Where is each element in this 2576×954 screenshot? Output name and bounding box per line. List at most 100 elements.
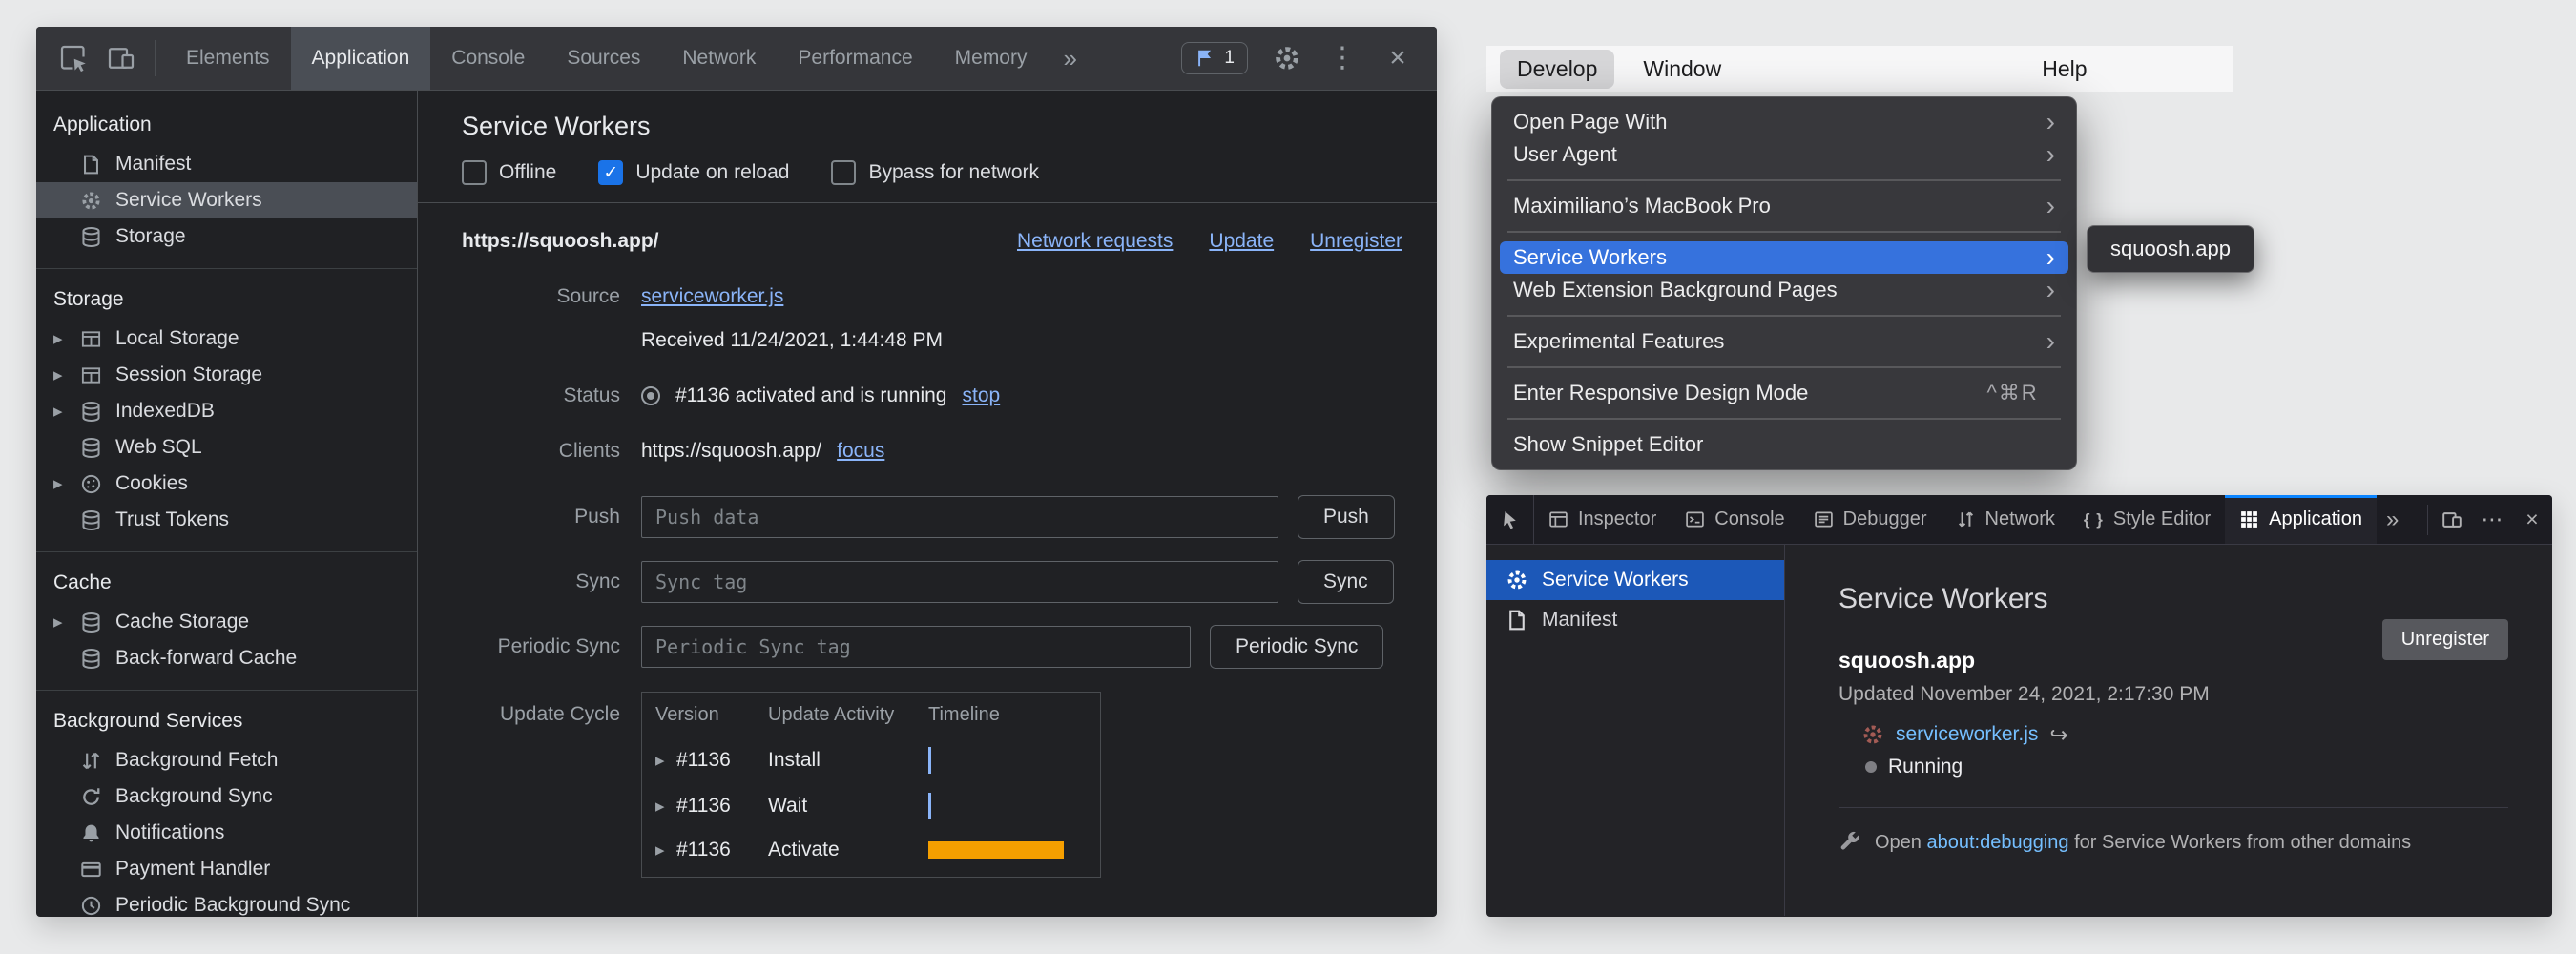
option-checkbox[interactable]: Offline [462,160,556,185]
push-input[interactable] [641,496,1278,538]
menubar-window[interactable]: Window [1626,50,1738,89]
sidebar-item[interactable]: Payment Handler [36,851,417,887]
menubar-develop[interactable]: Develop [1500,50,1614,89]
update-cycle-row[interactable]: #1136 Activate [642,839,1100,861]
device-toolbar-icon[interactable] [104,41,138,75]
chrome-panel-tab[interactable]: Elements [165,27,291,90]
timeline-tick [928,793,931,819]
sidebar-item[interactable]: Service Workers [1486,560,1784,600]
menu-item[interactable]: User Agent [1500,138,2068,171]
sidebar-item[interactable]: Trust Tokens [36,502,417,538]
chrome-panel-tab[interactable]: Memory [934,27,1049,90]
sync-input[interactable] [641,561,1278,603]
firefox-panel-tab[interactable]: Inspector [1534,495,1671,544]
menu-item[interactable]: Maximiliano’s MacBook Pro [1500,190,2068,222]
settings-gear-icon[interactable] [1270,41,1304,75]
submenu-item-label[interactable]: squoosh.app [2110,237,2231,260]
expand-arrow-icon[interactable] [53,364,78,386]
meatball-menu-icon[interactable]: ⋯ [2472,495,2512,544]
sidebar-item[interactable]: Manifest [1486,600,1784,640]
version-column-header: Version [655,704,768,726]
firefox-panel-tab[interactable]: { } Style Editor [2069,495,2225,544]
sidebar-item[interactable]: Session Storage [36,357,417,393]
network-icon [1956,509,1976,529]
pick-element-icon[interactable] [1486,495,1534,544]
menu-item[interactable] [1507,179,2061,181]
document-icon [1506,609,1528,632]
unregister-button[interactable]: Unregister [2382,619,2508,660]
expand-arrow-icon[interactable] [655,796,676,818]
menu-item[interactable]: Open Page With [1500,106,2068,138]
sidebar-item-label: Local Storage [115,327,239,350]
activity-cell: Wait [768,795,928,818]
origin-action-link[interactable]: Network requests [1017,230,1173,253]
push-button[interactable]: Push [1298,495,1395,539]
sidebar-item[interactable]: IndexedDB [36,393,417,429]
sync-button[interactable]: Sync [1298,560,1394,604]
sidebar-item[interactable]: Manifest [36,146,417,182]
option-checkbox[interactable]: Bypass for network [831,160,1039,185]
checkbox-box[interactable] [831,160,856,185]
kebab-menu-icon[interactable]: ⋮ [1325,41,1360,75]
focus-link[interactable]: focus [837,440,884,463]
chrome-panel-tab[interactable]: Sources [546,27,661,90]
sidebar-item[interactable]: Cache Storage [36,604,417,640]
menu-item[interactable]: Show Snippet Editor [1500,428,2068,461]
menu-item[interactable] [1507,418,2061,420]
expand-arrow-icon[interactable] [53,612,78,633]
close-devtools-icon[interactable]: × [1381,41,1415,75]
about-debugging-link[interactable]: about:debugging [1927,832,2069,853]
menu-item[interactable]: Service Workers [1500,241,2068,274]
update-cycle-row[interactable]: #1136 Install [642,747,1100,774]
stop-link[interactable]: stop [962,384,1000,407]
chrome-panel-tab[interactable]: Performance [777,27,933,90]
menu-item[interactable]: Enter Responsive Design Mode ^⌘R [1500,377,2068,409]
menu-item[interactable] [1507,231,2061,233]
firefox-panel-tab[interactable]: Console [1671,495,1798,544]
sidebar-item[interactable]: Service Workers [36,182,417,218]
source-file-link[interactable]: serviceworker.js [641,285,783,308]
sidebar-item[interactable]: Background Fetch [36,742,417,778]
sidebar-item[interactable]: Web SQL [36,429,417,466]
menu-item[interactable]: Experimental Features [1500,325,2068,358]
responsive-design-icon[interactable] [2432,495,2472,544]
expand-arrow-icon[interactable] [655,750,676,772]
sidebar-item[interactable]: Cookies [36,466,417,502]
inspect-element-icon[interactable] [56,41,91,75]
expand-arrow-icon[interactable] [53,473,78,495]
expand-arrow-icon[interactable] [53,401,78,423]
chrome-panel-tab[interactable]: Network [661,27,777,90]
periodic-sync-input[interactable] [641,626,1191,668]
close-devtools-icon[interactable]: × [2512,495,2552,544]
menu-item[interactable] [1507,366,2061,368]
console-messages-badge[interactable]: 1 [1181,42,1248,74]
origin-action-link[interactable]: Unregister [1310,230,1402,253]
more-panels-icon[interactable]: » [1048,27,1091,90]
worker-file-link[interactable]: serviceworker.js [1896,723,2038,746]
menu-item[interactable]: Web Extension Background Pages [1500,274,2068,306]
firefox-panel-tab[interactable]: Debugger [1799,495,1942,544]
chrome-panel-tab[interactable]: Console [430,27,546,90]
expand-arrow-icon[interactable] [655,840,676,861]
chrome-panel-tab[interactable]: Application [291,27,431,90]
option-checkbox[interactable]: Update on reload [598,160,789,185]
sidebar-item[interactable]: Background Sync [36,778,417,815]
menubar-help[interactable]: Help [2025,50,2104,89]
sidebar-item[interactable]: Storage [36,218,417,255]
more-panels-icon[interactable]: » [2377,495,2408,544]
periodic-sync-button[interactable]: Periodic Sync [1210,625,1383,669]
expand-arrow-icon[interactable] [53,328,78,350]
sidebar-item[interactable]: Back-forward Cache [36,640,417,676]
firefox-panel-tab[interactable]: Network [1942,495,2069,544]
sidebar-item[interactable]: Local Storage [36,321,417,357]
checkbox-box[interactable] [462,160,487,185]
sidebar-item[interactable]: Periodic Background Sync [36,887,417,917]
update-cycle-row[interactable]: #1136 Wait [642,793,1100,819]
sidebar-item[interactable]: Notifications [36,815,417,851]
goto-source-icon[interactable] [2049,724,2067,746]
firefox-panel-tab[interactable]: Application [2225,495,2377,544]
checkbox-box[interactable] [598,160,623,185]
origin-action-link[interactable]: Update [1209,230,1274,253]
service-workers-submenu[interactable]: squoosh.app [2087,225,2254,273]
menu-item[interactable] [1507,315,2061,317]
